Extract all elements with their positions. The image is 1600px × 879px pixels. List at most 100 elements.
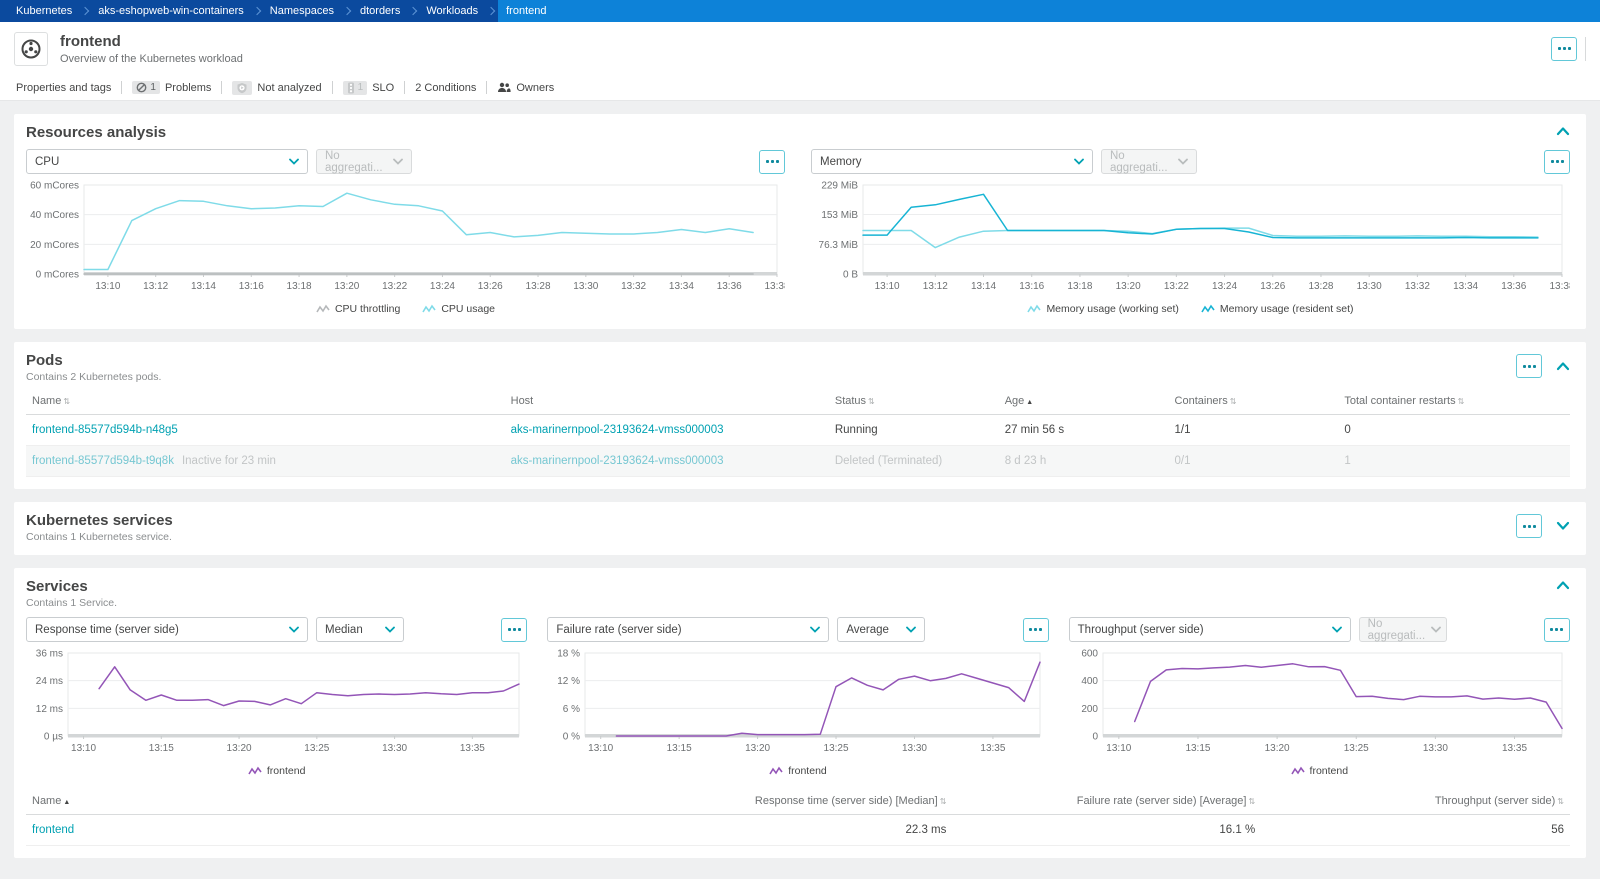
breadcrumb-item-namespaces[interactable]: Namespaces — [264, 5, 340, 17]
svg-text:13:20: 13:20 — [745, 743, 770, 754]
svg-text:13:32: 13:32 — [1405, 281, 1430, 292]
breadcrumb-item-namespace[interactable]: dtorders — [354, 5, 406, 17]
pod-age: 8 d 23 h — [999, 446, 1169, 477]
failure-rate-more-button[interactable] — [1023, 618, 1049, 642]
pods-col-host[interactable]: Host — [505, 387, 829, 415]
svg-text:13:25: 13:25 — [1343, 743, 1368, 754]
tab-slo[interactable]: 1 SLO — [333, 75, 405, 100]
failure-rate-aggregation-select[interactable]: Average — [837, 617, 925, 642]
services-col-throughput[interactable]: Throughput (server side)⇅ — [1261, 787, 1570, 815]
pods-table: Name⇅ Host Status⇅ Age▲ Containers⇅ Tota… — [26, 387, 1570, 477]
page-title: frontend — [60, 33, 1551, 51]
sort-icon: ⇅ — [1458, 397, 1465, 406]
cpu-aggregation-value: No aggregati... — [325, 150, 387, 174]
svg-text:13:34: 13:34 — [669, 281, 694, 292]
svg-text:13:32: 13:32 — [621, 281, 646, 292]
svg-text:40 mCores: 40 mCores — [30, 210, 79, 221]
pod-name-link[interactable]: frontend-85577d594b-n48g5 — [32, 424, 178, 436]
breadcrumb-item-workloads[interactable]: Workloads — [420, 5, 484, 17]
response-time-metric-select[interactable]: Response time (server side) — [26, 617, 308, 642]
svg-text:13:30: 13:30 — [382, 743, 407, 754]
pod-host-link[interactable]: aks-marinernpool-23193624-vmss000003 — [511, 424, 724, 436]
tab-conditions[interactable]: 2 Conditions — [405, 75, 486, 100]
tab-properties-and-tags[interactable]: Properties and tags — [14, 75, 121, 100]
throughput-chart[interactable]: 020040060013:1013:1513:2013:2513:3013:35 — [1069, 648, 1570, 760]
page-subtitle: Overview of the Kubernetes workload — [60, 53, 1551, 65]
response-time-chart[interactable]: 0 µs12 ms24 ms36 ms13:1013:1513:2013:251… — [26, 648, 527, 760]
memory-metric-select[interactable]: Memory — [811, 149, 1093, 174]
memory-chart-more-button[interactable] — [1544, 150, 1570, 174]
services-col-response-time[interactable]: Response time (server side) [Median]⇅ — [644, 787, 953, 815]
svg-text:13:15: 13:15 — [667, 743, 692, 754]
throughput-more-button[interactable] — [1544, 618, 1570, 642]
memory-chart[interactable]: 0 B76.3 MiB153 MiB229 MiB13:1013:1213:14… — [811, 180, 1570, 298]
tab-not-analyzed[interactable]: Not analyzed — [222, 75, 331, 100]
pods-col-age[interactable]: Age▲ — [999, 387, 1169, 415]
legend-frontend[interactable]: frontend — [1291, 765, 1349, 777]
tab-owners-label: Owners — [516, 82, 554, 94]
response-time-aggregation-select[interactable]: Median — [316, 617, 404, 642]
legend-cpu-throttling[interactable]: CPU throttling — [316, 303, 400, 315]
services-col-name[interactable]: Name▲ — [26, 787, 644, 815]
service-row: frontend 22.3 ms 16.1 % 56 — [26, 815, 1570, 846]
svg-text:13:36: 13:36 — [1501, 281, 1526, 292]
throughput-metric-select[interactable]: Throughput (server side) — [1069, 617, 1351, 642]
expand-chevron-down-icon[interactable] — [1556, 521, 1570, 531]
cpu-metric-select[interactable]: CPU — [26, 149, 308, 174]
svg-text:13:34: 13:34 — [1453, 281, 1478, 292]
svg-text:13:26: 13:26 — [1260, 281, 1285, 292]
pods-col-status[interactable]: Status⇅ — [829, 387, 999, 415]
collapse-chevron-up-icon[interactable] — [1556, 126, 1570, 136]
owners-icon — [497, 82, 511, 93]
line-series-icon — [422, 304, 436, 314]
kubernetes-services-section: Kubernetes services Contains 1 Kubernete… — [14, 502, 1586, 555]
svg-text:13:35: 13:35 — [1502, 743, 1527, 754]
svg-text:13:38: 13:38 — [764, 281, 785, 292]
svg-text:13:12: 13:12 — [923, 281, 948, 292]
svg-text:12 %: 12 % — [558, 676, 581, 687]
kubernetes-services-more-button[interactable] — [1516, 514, 1542, 538]
breadcrumb-item-cluster[interactable]: aks-eshopweb-win-containers — [92, 5, 250, 17]
pods-more-button[interactable] — [1516, 354, 1542, 378]
pods-subtitle: Contains 2 Kubernetes pods. — [26, 371, 1516, 383]
header-more-button[interactable] — [1551, 37, 1577, 61]
tab-owners[interactable]: Owners — [487, 75, 564, 100]
memory-aggregation-select: No aggregati... — [1101, 149, 1197, 174]
services-col-failure-rate[interactable]: Failure rate (server side) [Average]⇅ — [952, 787, 1261, 815]
svg-text:0 %: 0 % — [563, 732, 580, 743]
collapse-chevron-up-icon[interactable] — [1556, 580, 1570, 590]
pod-status: Deleted (Terminated) — [829, 446, 999, 477]
breadcrumb-item-kubernetes[interactable]: Kubernetes — [10, 5, 78, 17]
cpu-chart[interactable]: 0 mCores20 mCores40 mCores60 mCores13:10… — [26, 180, 785, 298]
pod-host-link[interactable]: aks-marinernpool-23193624-vmss000003 — [511, 455, 724, 467]
pods-col-restarts[interactable]: Total container restarts⇅ — [1338, 387, 1570, 415]
pod-name-link[interactable]: frontend-85577d594b-t9q8k — [32, 455, 174, 467]
svg-text:13:35: 13:35 — [981, 743, 1006, 754]
collapse-chevron-up-icon[interactable] — [1556, 361, 1570, 371]
kubernetes-services-title: Kubernetes services — [26, 512, 1516, 529]
svg-text:13:22: 13:22 — [382, 281, 407, 292]
tab-problems[interactable]: 1 Problems — [122, 75, 221, 100]
line-series-icon — [316, 304, 330, 314]
failure-rate-chart[interactable]: 0 %6 %12 %18 %13:1013:1513:2013:2513:301… — [547, 648, 1048, 760]
legend-frontend[interactable]: frontend — [248, 765, 306, 777]
legend-memory-working-set[interactable]: Memory usage (working set) — [1027, 303, 1178, 315]
failure-rate-metric-select[interactable]: Failure rate (server side) — [547, 617, 829, 642]
svg-text:13:16: 13:16 — [239, 281, 264, 292]
pods-col-containers[interactable]: Containers⇅ — [1169, 387, 1339, 415]
kubernetes-services-subtitle: Contains 1 Kubernetes service. — [26, 531, 1516, 543]
sort-asc-icon: ▲ — [1026, 399, 1033, 406]
response-time-more-button[interactable] — [501, 618, 527, 642]
ellipsis-icon — [1558, 47, 1561, 50]
service-name-link[interactable]: frontend — [32, 824, 74, 836]
pods-col-name[interactable]: Name⇅ — [26, 387, 505, 415]
svg-text:13:28: 13:28 — [1308, 281, 1333, 292]
svg-text:13:20: 13:20 — [334, 281, 359, 292]
legend-memory-resident-set[interactable]: Memory usage (resident set) — [1201, 303, 1354, 315]
svg-text:6 %: 6 % — [563, 704, 580, 715]
failure-rate-legend: frontend — [547, 763, 1048, 779]
cpu-chart-more-button[interactable] — [759, 150, 785, 174]
legend-frontend[interactable]: frontend — [769, 765, 827, 777]
sort-icon: ⇅ — [1230, 397, 1237, 406]
legend-cpu-usage[interactable]: CPU usage — [422, 303, 495, 315]
